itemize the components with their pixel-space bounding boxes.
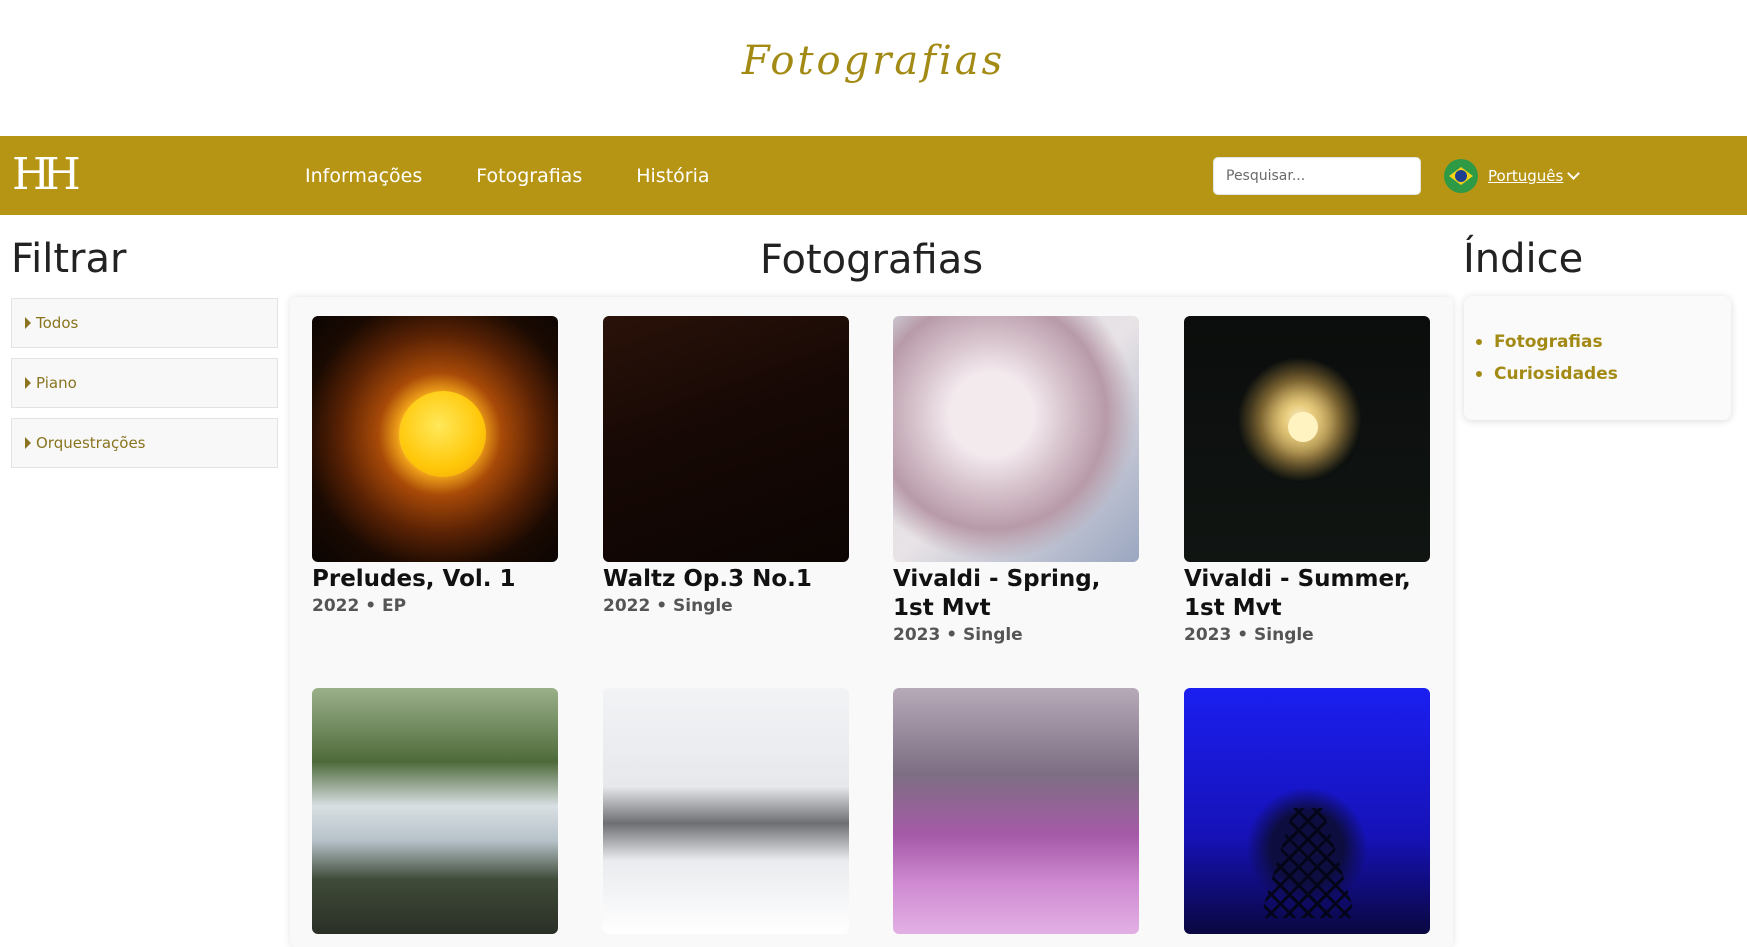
photo-thumbnail bbox=[603, 316, 849, 562]
filter-item-label: Piano bbox=[36, 374, 77, 392]
index-link-curiosidades[interactable]: Curiosidades bbox=[1476, 358, 1731, 390]
photo-meta: 2022 • EP bbox=[312, 596, 407, 616]
nav-link-fotografias[interactable]: Fotografias bbox=[476, 165, 582, 187]
page-title: Fotografias bbox=[759, 237, 984, 283]
power-tower bbox=[1260, 808, 1356, 918]
photo-thumbnail bbox=[893, 688, 1139, 934]
photo-card[interactable]: Waltz Op.3 No.1 2022 • Single bbox=[603, 316, 849, 616]
photo-thumbnail bbox=[312, 688, 558, 934]
filter-item-todos[interactable]: Todos bbox=[11, 298, 278, 348]
photo-card[interactable] bbox=[312, 688, 558, 934]
photo-meta: 2023 • Single bbox=[893, 625, 1023, 645]
photo-card[interactable] bbox=[603, 688, 849, 934]
home-logo[interactable]: HH bbox=[12, 153, 81, 197]
filter-item-label: Todos bbox=[36, 314, 79, 332]
index-link-fotografias[interactable]: Fotografias bbox=[1476, 326, 1731, 358]
bullet-icon bbox=[1476, 371, 1482, 377]
language-label: Português bbox=[1488, 167, 1564, 185]
site-title-logo[interactable]: Fotografias bbox=[742, 38, 1005, 84]
filter-item-piano[interactable]: Piano bbox=[11, 358, 278, 408]
photo-thumbnail bbox=[1184, 316, 1430, 562]
photo-card[interactable]: Vivaldi - Spring, 1st Mvt 2023 • Single bbox=[893, 316, 1139, 645]
chevron-down-icon bbox=[1567, 167, 1581, 180]
navbar: HH Informações Fotografias História Port… bbox=[0, 136, 1747, 215]
photo-card[interactable]: Vivaldi - Summer, 1st Mvt 2023 • Single bbox=[1184, 316, 1430, 645]
nav-links: Informações Fotografias História bbox=[305, 136, 764, 215]
photo-title: Vivaldi - Summer, 1st Mvt bbox=[1184, 566, 1411, 621]
nav-link-historia[interactable]: História bbox=[636, 165, 709, 187]
caret-right-icon bbox=[25, 437, 31, 449]
photo-thumbnail bbox=[603, 688, 849, 934]
filter-item-orquestracoes[interactable]: Orquestrações bbox=[11, 418, 278, 468]
photo-gallery: Preludes, Vol. 1 2022 • EP Waltz Op.3 No… bbox=[290, 297, 1453, 947]
brazil-flag-icon bbox=[1444, 159, 1478, 193]
index-panel: Fotografias Curiosidades bbox=[1464, 296, 1731, 420]
nav-link-informacoes[interactable]: Informações bbox=[305, 165, 422, 187]
photo-thumbnail bbox=[893, 316, 1139, 562]
firework-burst bbox=[1288, 412, 1318, 442]
lamp-bulb bbox=[400, 391, 486, 477]
site-banner: Fotografias bbox=[0, 0, 1747, 136]
photo-title: Waltz Op.3 No.1 bbox=[603, 566, 812, 592]
language-selector[interactable]: Português bbox=[1444, 158, 1581, 194]
photo-thumbnail bbox=[312, 316, 558, 562]
photo-card[interactable]: Preludes, Vol. 1 2022 • EP bbox=[312, 316, 558, 616]
photo-thumbnail bbox=[1184, 688, 1430, 934]
index-link-label: Curiosidades bbox=[1494, 364, 1618, 384]
photo-card[interactable] bbox=[1184, 688, 1430, 934]
caret-right-icon bbox=[25, 317, 31, 329]
photo-title: Vivaldi - Spring, 1st Mvt bbox=[893, 566, 1101, 621]
photo-meta: 2022 • Single bbox=[603, 596, 733, 616]
filter-title: Filtrar bbox=[11, 236, 127, 282]
index-title: Índice bbox=[1463, 236, 1584, 282]
photo-title: Preludes, Vol. 1 bbox=[312, 566, 516, 592]
photo-card[interactable] bbox=[893, 688, 1139, 934]
caret-right-icon bbox=[25, 377, 31, 389]
search-input[interactable] bbox=[1213, 157, 1421, 195]
photo-meta: 2023 • Single bbox=[1184, 625, 1314, 645]
index-link-label: Fotografias bbox=[1494, 332, 1603, 352]
filter-item-label: Orquestrações bbox=[36, 434, 146, 452]
bullet-icon bbox=[1476, 339, 1482, 345]
